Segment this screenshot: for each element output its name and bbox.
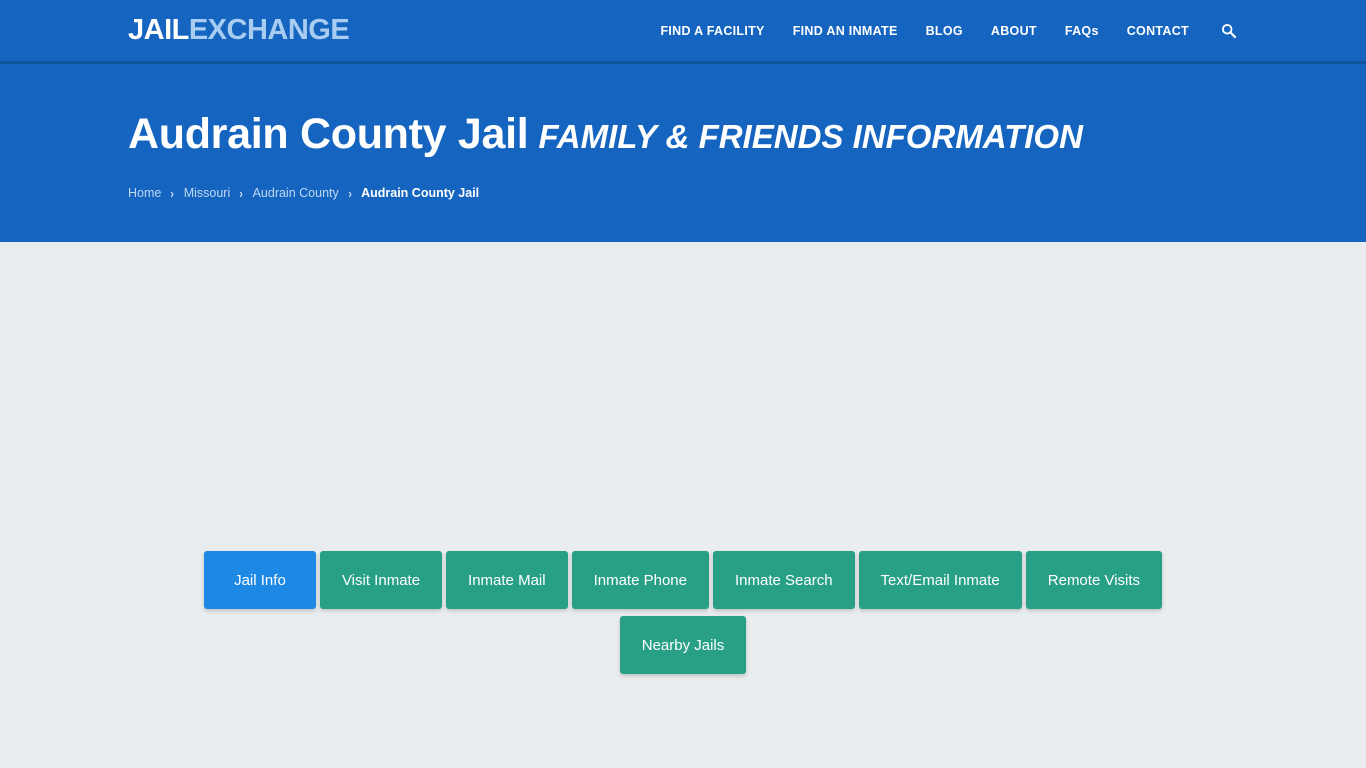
tab-inmate-search[interactable]: Inmate Search — [712, 551, 855, 609]
nav-find-a-facility[interactable]: FIND A FACILITY — [646, 24, 778, 38]
site-logo[interactable]: JAILEXCHANGE — [128, 14, 350, 46]
tab-inmate-phone[interactable]: Inmate Phone — [571, 551, 709, 609]
nav-about[interactable]: ABOUT — [977, 24, 1051, 38]
breadcrumb-item-missouri[interactable]: Missouri — [184, 186, 231, 200]
facility-tab-row-secondary: Nearby Jails — [138, 616, 1228, 674]
tab-remote-visits[interactable]: Remote Visits — [1025, 551, 1163, 609]
breadcrumb: Home › Missouri › Audrain County › Audra… — [128, 186, 1366, 200]
facility-tab-buttons: Jail Info Visit Inmate Inmate Mail Inmat… — [138, 551, 1228, 674]
tab-text-email-inmate[interactable]: Text/Email Inmate — [858, 551, 1022, 609]
page-header-hero: Audrain County Jail FAMILY & FRIENDS INFO… — [0, 64, 1366, 242]
chevron-right-icon: › — [239, 185, 244, 201]
tab-jail-info[interactable]: Jail Info — [203, 551, 316, 609]
page-title-subtitle: FAMILY & FRIENDS INFORMATION — [538, 118, 1083, 155]
tab-nearby-jails[interactable]: Nearby Jails — [619, 616, 747, 674]
chevron-right-icon: › — [170, 185, 175, 201]
top-navigation-bar: JAILEXCHANGE FIND A FACILITY FIND AN INM… — [0, 0, 1366, 64]
breadcrumb-item-audrain-county[interactable]: Audrain County — [253, 186, 339, 200]
tab-visit-inmate[interactable]: Visit Inmate — [319, 551, 443, 609]
page-title-main: Audrain County Jail — [128, 110, 529, 158]
breadcrumb-item-current: Audrain County Jail — [361, 186, 480, 201]
tab-inmate-mail[interactable]: Inmate Mail — [446, 551, 568, 609]
search-icon[interactable] — [1203, 23, 1244, 38]
facility-tab-row-primary: Jail Info Visit Inmate Inmate Mail Inmat… — [138, 551, 1228, 609]
nav-find-an-inmate[interactable]: FIND AN INMATE — [779, 24, 912, 38]
logo-text-exchange: EXCHANGE — [188, 14, 350, 46]
nav-blog[interactable]: BLOG — [912, 24, 977, 38]
logo-text-jail: JAIL — [128, 14, 189, 46]
main-menu: FIND A FACILITY FIND AN INMATE BLOG ABOU… — [646, 23, 1244, 38]
nav-faqs[interactable]: FAQs — [1051, 24, 1113, 38]
breadcrumb-item-home[interactable]: Home — [128, 186, 161, 200]
main-content: Jail Info Visit Inmate Inmate Mail Inmat… — [0, 242, 1366, 768]
chevron-right-icon: › — [348, 185, 352, 201]
page-title: Audrain County Jail FAMILY & FRIENDS INFO… — [128, 110, 1366, 158]
nav-contact[interactable]: CONTACT — [1113, 24, 1203, 38]
